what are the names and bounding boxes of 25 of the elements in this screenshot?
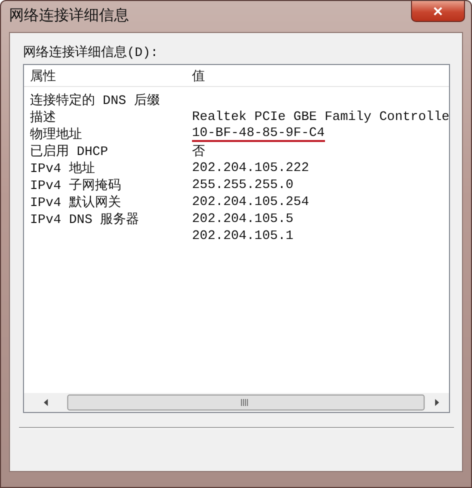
close-button[interactable]: ✕ [411, 1, 465, 22]
scroll-right-icon[interactable] [435, 399, 440, 406]
property-name: IPv4 DNS 服务器 [30, 210, 140, 228]
scroll-left-icon[interactable] [44, 399, 48, 406]
property-value: 202.204.105.1 [192, 228, 294, 243]
property-value: 202.204.105.222 [192, 160, 310, 175]
property-name: 连接特定的 DNS 后缀 [30, 92, 160, 108]
window-title: 网络连接详细信息 [9, 6, 129, 25]
property-value: 202.204.105.5 [192, 211, 294, 226]
property-name: IPv4 地址 [30, 160, 96, 176]
property-value: 10-BF-48-85-9F-C4 [192, 126, 325, 142]
list-label: 网络连接详细信息(D): [23, 44, 160, 61]
property-value: 202.204.105.254 [192, 194, 310, 209]
property-name: 物理地址 [30, 126, 82, 142]
property-value: 255.255.255.0 [192, 177, 294, 192]
horizontal-scrollbar[interactable] [24, 393, 449, 412]
property-value: Realtek PCIe GBE Family Controlle [192, 109, 449, 124]
property-name: IPv4 子网掩码 [30, 176, 122, 194]
column-header[interactable]: 属性 [24, 66, 192, 84]
property-name: 已启用 DHCP [30, 142, 108, 160]
column-header[interactable]: 值 [192, 66, 449, 84]
property-value: 否 [192, 142, 205, 160]
property-name: 描述 [30, 108, 56, 126]
scroll-thumb[interactable] [67, 394, 425, 410]
property-name: IPv4 默认网关 [30, 194, 122, 210]
